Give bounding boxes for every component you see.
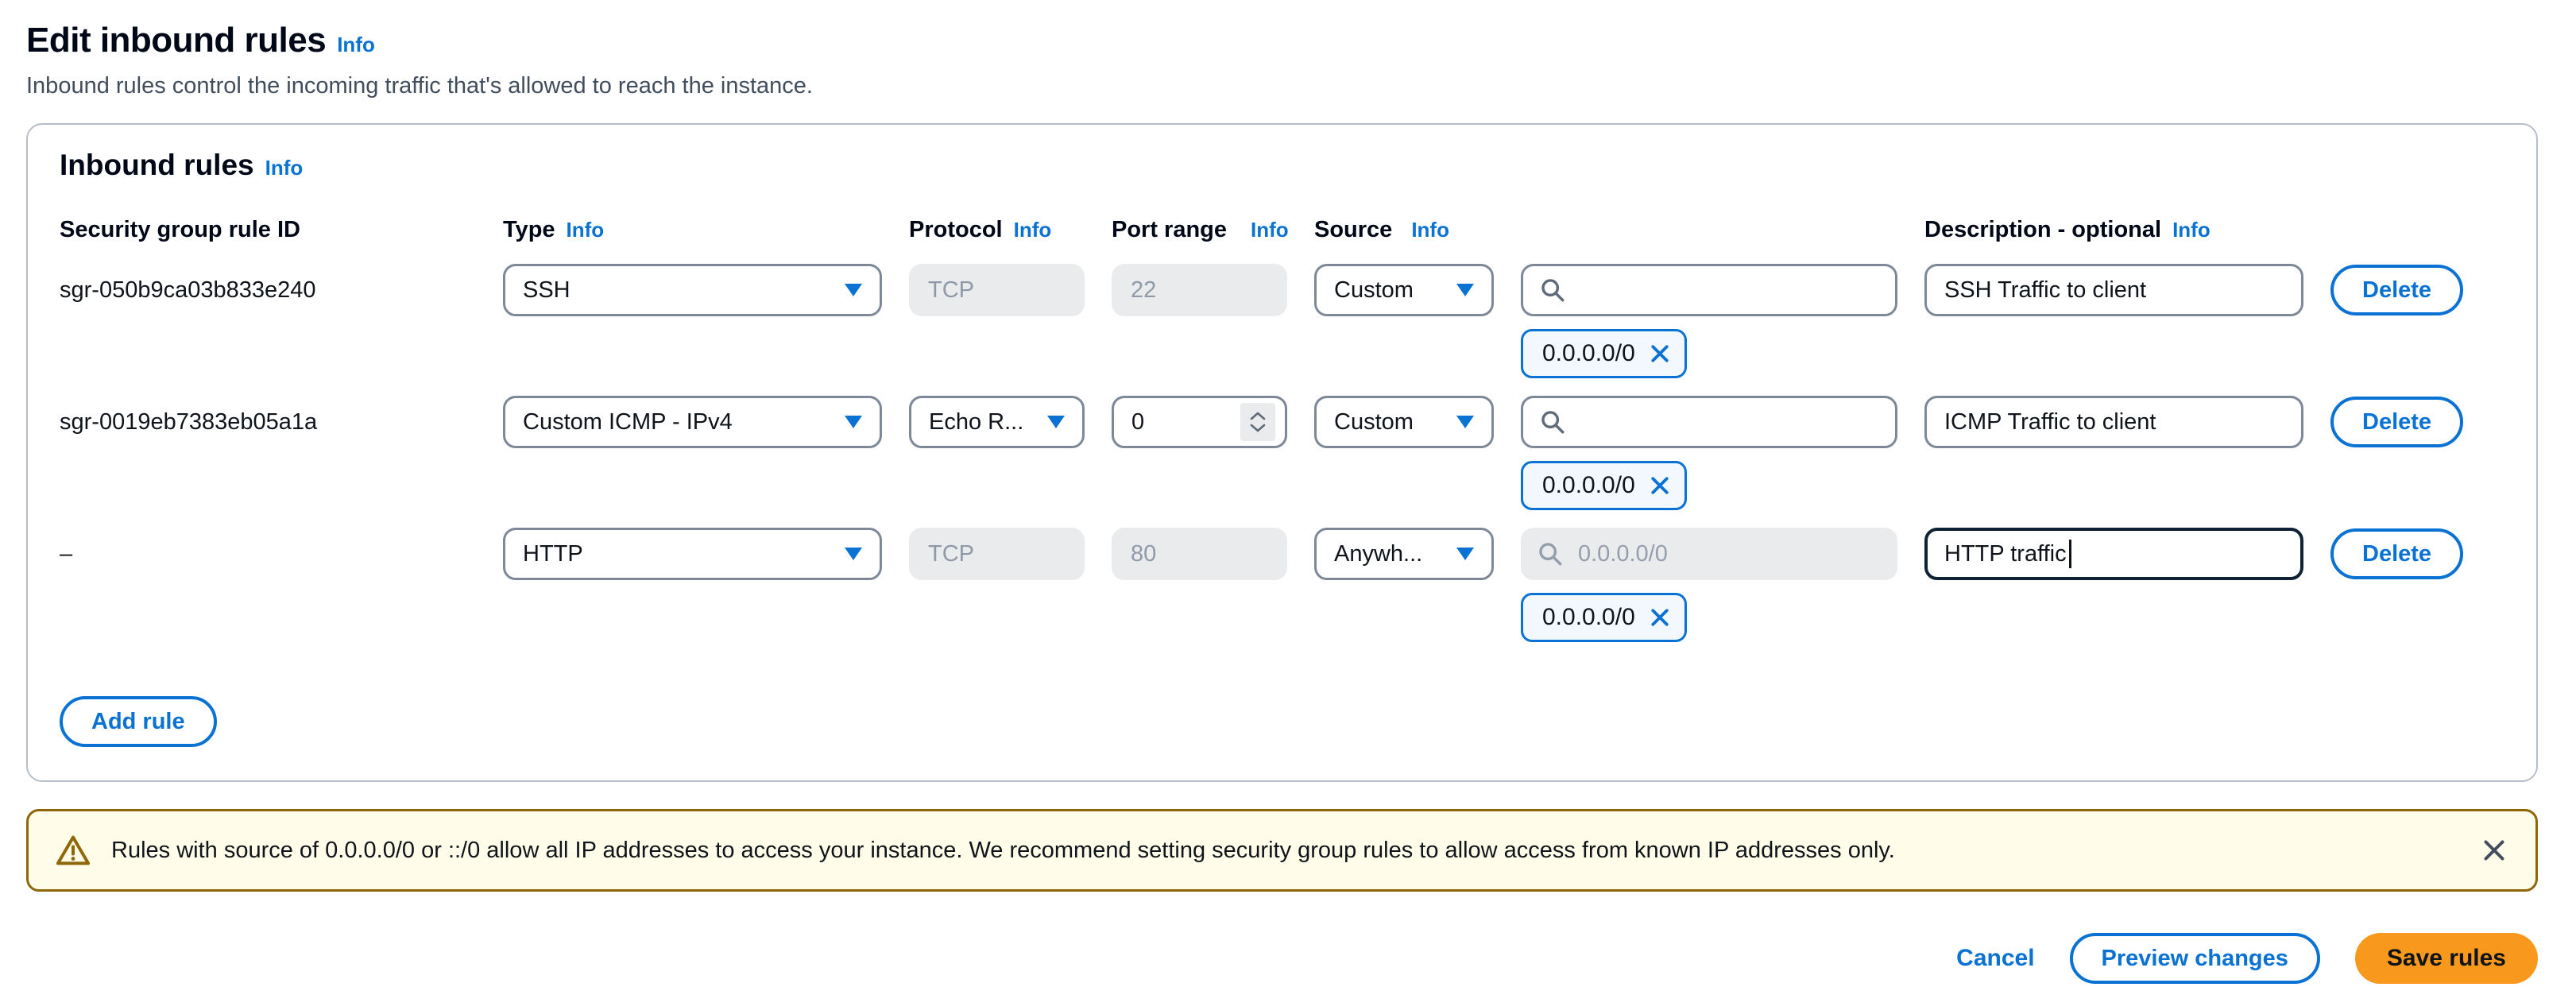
cancel-button[interactable]: Cancel <box>1956 945 2034 972</box>
add-rule-button[interactable]: Add rule <box>60 696 217 747</box>
search-icon <box>1539 408 1566 435</box>
chevron-down-icon <box>845 416 862 428</box>
source-search-input-disabled: 0.0.0.0/0 <box>1521 528 1897 580</box>
type-info-link[interactable]: Info <box>567 218 605 242</box>
protocol-info-link[interactable]: Info <box>1014 218 1052 242</box>
inbound-rules-card: Inbound rules Info Security group rule ID… <box>26 123 2538 782</box>
protocol-field-disabled: TCP <box>909 264 1085 316</box>
source-mode-select[interactable]: Custom <box>1314 264 1494 316</box>
warning-banner: Rules with source of 0.0.0.0/0 or ::/0 a… <box>26 809 2538 892</box>
page-subtitle: Inbound rules control the incoming traff… <box>26 73 2538 99</box>
type-select[interactable]: SSH <box>503 264 882 316</box>
col-description: Description - optional <box>1924 217 2161 242</box>
type-select[interactable]: Custom ICMP - IPv4 <box>503 396 882 448</box>
stepper-buttons[interactable] <box>1240 403 1275 441</box>
source-cidr-chip[interactable]: 0.0.0.0/0 <box>1521 329 1687 378</box>
card-info-link[interactable]: Info <box>265 156 304 180</box>
search-icon <box>1539 277 1566 304</box>
col-protocol: Protocol <box>909 217 1003 242</box>
page-info-link[interactable]: Info <box>337 33 375 56</box>
chevron-down-icon <box>1456 284 1474 296</box>
rule-id-text: sgr-050b9ca03b833e240 <box>60 277 476 304</box>
protocol-field-disabled: TCP <box>909 528 1085 580</box>
remove-chip-icon[interactable] <box>1648 342 1672 366</box>
page-header: Edit inbound rules Info Inbound rules con… <box>26 21 2538 99</box>
chevron-down-icon <box>1249 423 1267 433</box>
page-title: Edit inbound rules <box>26 21 326 60</box>
column-header-row: Security group rule ID Type Info Protocol… <box>60 217 2504 243</box>
edit-inbound-rules-page: Edit inbound rules Info Inbound rules con… <box>0 0 2576 984</box>
description-input[interactable] <box>1924 396 2303 448</box>
rule-id-text: sgr-0019eb7383eb05a1a <box>60 409 476 435</box>
source-cidr-chip[interactable]: 0.0.0.0/0 <box>1521 593 1687 642</box>
rule-id-text: – <box>60 541 476 567</box>
banner-close-button[interactable] <box>2480 836 2508 865</box>
chevron-down-icon <box>845 284 862 296</box>
search-icon <box>1537 540 1564 567</box>
chevron-down-icon <box>1456 416 1474 428</box>
card-title: Inbound rules <box>60 149 254 181</box>
save-rules-button[interactable]: Save rules <box>2355 933 2538 984</box>
chevron-up-icon <box>1249 411 1267 421</box>
col-type: Type <box>503 217 555 242</box>
source-placeholder: 0.0.0.0/0 <box>1578 541 1668 567</box>
col-rule-id: Security group rule ID <box>60 217 300 242</box>
delete-rule-button[interactable]: Delete <box>2330 265 2463 315</box>
source-search-input[interactable] <box>1521 396 1897 448</box>
chevron-down-icon <box>845 548 862 560</box>
remove-chip-icon[interactable] <box>1648 606 1672 629</box>
description-input-focused[interactable]: HTTP traffic <box>1924 528 2303 580</box>
col-port-range: Port range <box>1112 217 1227 242</box>
type-select[interactable]: HTTP <box>503 528 882 580</box>
description-info-link[interactable]: Info <box>2172 218 2210 242</box>
delete-rule-button[interactable]: Delete <box>2330 528 2463 579</box>
source-search-input[interactable] <box>1521 264 1897 316</box>
rule-row-ssh: sgr-050b9ca03b833e240 SSH TCP 22 Custom … <box>60 264 2504 378</box>
remove-chip-icon[interactable] <box>1648 474 1672 497</box>
source-mode-select[interactable]: Anywh... <box>1314 528 1494 580</box>
chevron-down-icon <box>1456 548 1474 560</box>
source-cidr-chip[interactable]: 0.0.0.0/0 <box>1521 461 1687 510</box>
port-range-info-link[interactable]: Info <box>1251 218 1289 242</box>
preview-changes-button[interactable]: Preview changes <box>2070 933 2320 984</box>
port-range-field-disabled: 22 <box>1112 264 1287 316</box>
port-range-stepper[interactable]: 0 <box>1112 396 1287 448</box>
delete-rule-button[interactable]: Delete <box>2330 397 2463 447</box>
description-input[interactable] <box>1924 264 2303 316</box>
close-icon <box>2480 836 2508 865</box>
rule-row-http: – HTTP TCP 80 Anywh... 0.0.0.0/0 HTTP tr… <box>60 528 2504 642</box>
text-cursor <box>2069 540 2071 568</box>
warning-icon <box>56 834 91 866</box>
protocol-select[interactable]: Echo R... <box>909 396 1085 448</box>
chevron-down-icon <box>1047 416 1065 428</box>
footer-actions: Cancel Preview changes Save rules <box>26 933 2538 984</box>
warning-text: Rules with source of 0.0.0.0/0 or ::/0 a… <box>111 838 1895 864</box>
rule-row-icmp: sgr-0019eb7383eb05a1a Custom ICMP - IPv4… <box>60 396 2504 510</box>
source-mode-select[interactable]: Custom <box>1314 396 1494 448</box>
source-info-link[interactable]: Info <box>1411 218 1449 242</box>
col-source: Source <box>1314 217 1392 242</box>
port-range-field-disabled: 80 <box>1112 528 1287 580</box>
